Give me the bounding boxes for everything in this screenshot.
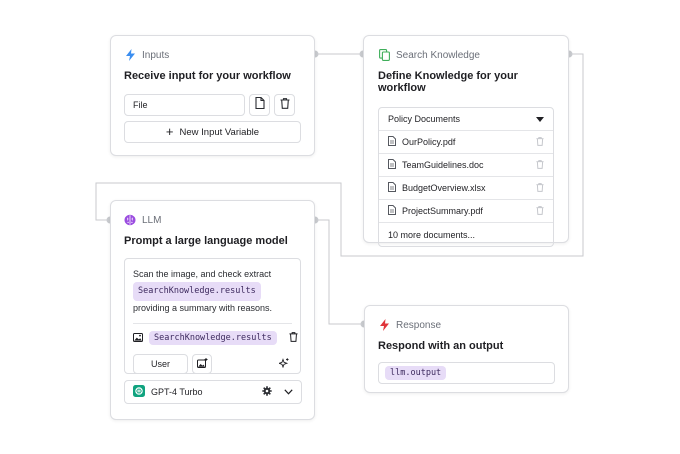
document-name: TeamGuidelines.doc bbox=[402, 160, 484, 170]
trash-icon bbox=[280, 96, 290, 114]
lightning-icon bbox=[124, 49, 136, 61]
lightning-icon bbox=[378, 319, 390, 331]
role-label: User bbox=[150, 359, 170, 369]
documents-dropdown-value: Policy Documents bbox=[388, 114, 461, 124]
document-row[interactable]: ProjectSummary.pdf bbox=[379, 200, 553, 223]
add-image-button[interactable] bbox=[192, 354, 212, 374]
image-icon bbox=[133, 329, 143, 347]
prompt-variable-pill[interactable]: SearchKnowledge.results bbox=[133, 282, 261, 301]
prompt-text-before: Scan the image, and check extract bbox=[133, 269, 272, 279]
file-icon bbox=[254, 96, 265, 114]
document-icon bbox=[388, 136, 396, 148]
file-button[interactable] bbox=[249, 94, 270, 116]
caret-down-icon bbox=[536, 114, 544, 124]
llm-node[interactable]: LLM Prompt a large language model Scan t… bbox=[110, 200, 315, 420]
inputs-node-title: Receive input for your workflow bbox=[124, 70, 291, 82]
response-node-title: Respond with an output bbox=[378, 340, 504, 352]
knowledge-node-title: Define Knowledge for your workflow bbox=[378, 70, 518, 94]
new-input-variable-label: New Input Variable bbox=[179, 126, 260, 138]
documents-dropdown[interactable]: Policy Documents bbox=[379, 108, 553, 131]
chevron-down-icon[interactable] bbox=[284, 387, 293, 397]
prompt-text: Scan the image, and check extract Search… bbox=[133, 267, 292, 316]
document-row[interactable]: OurPolicy.pdf bbox=[379, 131, 553, 154]
trash-icon[interactable] bbox=[289, 329, 298, 347]
prompt-editor[interactable]: Scan the image, and check extract Search… bbox=[124, 258, 301, 374]
more-documents-label: 10 more documents... bbox=[388, 229, 476, 240]
knowledge-node-label: Search Knowledge bbox=[396, 49, 480, 61]
document-row[interactable]: BudgetOverview.xlsx bbox=[379, 177, 553, 200]
document-icon bbox=[388, 182, 396, 194]
document-name: OurPolicy.pdf bbox=[402, 137, 456, 147]
brain-icon bbox=[124, 214, 136, 226]
wire-llm-to-response bbox=[315, 219, 364, 325]
document-icon bbox=[388, 159, 396, 171]
openai-logo-icon bbox=[133, 385, 145, 399]
model-label: GPT-4 Turbo bbox=[151, 387, 203, 397]
delete-input-button[interactable] bbox=[274, 94, 295, 116]
image-variable-pill[interactable]: SearchKnowledge.results bbox=[149, 331, 277, 345]
output-field[interactable]: llm.output bbox=[378, 362, 555, 384]
search-knowledge-node[interactable]: Search Knowledge Define Knowledge for yo… bbox=[363, 35, 569, 247]
plus-icon: + bbox=[165, 124, 174, 139]
trash-icon[interactable] bbox=[536, 159, 544, 171]
prompt-divider bbox=[133, 323, 292, 324]
llm-node-header: LLM bbox=[124, 214, 301, 226]
copy-stack-icon bbox=[378, 49, 390, 61]
inputs-node-header: Inputs bbox=[124, 49, 301, 61]
document-row[interactable]: TeamGuidelines.doc bbox=[379, 154, 553, 177]
input-type-field[interactable]: File bbox=[124, 94, 245, 116]
role-selector[interactable]: User bbox=[133, 354, 188, 374]
image-variable-row: SearchKnowledge.results bbox=[133, 329, 298, 347]
output-variable-pill[interactable]: llm.output bbox=[385, 366, 447, 380]
more-documents-link[interactable]: 10 more documents... bbox=[379, 223, 553, 246]
add-image-icon bbox=[196, 355, 208, 373]
inputs-node-label: Inputs bbox=[142, 49, 170, 61]
documents-list: Policy Documents OurPolicy.pdf TeamGuide… bbox=[378, 107, 554, 247]
input-type-value: File bbox=[133, 100, 148, 110]
new-input-variable-button[interactable]: + New Input Variable bbox=[124, 121, 301, 143]
trash-icon[interactable] bbox=[536, 182, 544, 194]
prompt-text-after: providing a summary with reasons. bbox=[133, 303, 273, 313]
knowledge-node-header: Search Knowledge bbox=[378, 49, 554, 61]
response-node-header: Response bbox=[378, 319, 555, 331]
trash-icon[interactable] bbox=[536, 205, 544, 217]
document-icon bbox=[388, 205, 396, 217]
sparkle-icon[interactable] bbox=[277, 355, 289, 373]
llm-node-label: LLM bbox=[142, 214, 162, 226]
workflow-connections bbox=[95, 50, 584, 328]
gear-icon[interactable] bbox=[262, 386, 272, 398]
model-selector[interactable]: GPT-4 Turbo bbox=[124, 380, 302, 404]
response-node-label: Response bbox=[396, 319, 442, 331]
response-node[interactable]: Response Respond with an output llm.outp… bbox=[364, 305, 569, 393]
inputs-node[interactable]: Inputs Receive input for your workflow F… bbox=[110, 35, 315, 156]
llm-node-title: Prompt a large language model bbox=[124, 235, 288, 247]
trash-icon[interactable] bbox=[536, 136, 544, 148]
document-name: BudgetOverview.xlsx bbox=[402, 183, 486, 193]
document-name: ProjectSummary.pdf bbox=[402, 206, 483, 216]
